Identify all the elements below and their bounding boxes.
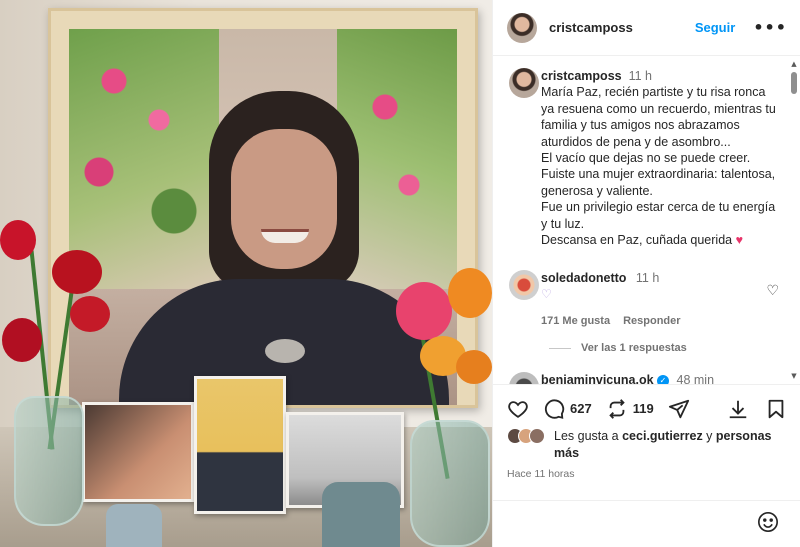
repost-icon bbox=[608, 398, 625, 419]
post-panel: cristcamposs Seguir ••• cristcamposs 11 … bbox=[492, 0, 800, 547]
caption-text: María Paz, recién partiste y tu risa ron… bbox=[541, 85, 776, 248]
author-avatar[interactable] bbox=[507, 12, 537, 43]
orange-lily bbox=[456, 350, 492, 384]
author-username[interactable]: cristcamposs bbox=[549, 20, 633, 35]
comment-button[interactable]: 627 bbox=[543, 398, 592, 420]
caption-body: cristcamposs 11 h María Paz, recién part… bbox=[541, 68, 779, 248]
likes-text: Les gusta a ceci.gutierrez y personas má… bbox=[554, 428, 787, 461]
red-flower bbox=[0, 220, 36, 260]
liker-avatars[interactable] bbox=[507, 428, 545, 444]
orange-lily bbox=[448, 268, 492, 318]
commenter-avatar[interactable] bbox=[509, 270, 539, 300]
portrait-image bbox=[69, 29, 457, 405]
caption: cristcamposs 11 h María Paz, recién part… bbox=[509, 68, 779, 248]
liker-username[interactable]: ceci.gutierrez bbox=[622, 429, 703, 443]
comment-time: 48 min bbox=[676, 373, 715, 384]
comment-count: 627 bbox=[570, 401, 592, 416]
share-icon bbox=[668, 399, 689, 418]
caption-username[interactable]: cristcamposs bbox=[541, 68, 622, 84]
share-button[interactable] bbox=[668, 398, 690, 420]
scroll-up-icon[interactable]: ▲ bbox=[790, 60, 798, 68]
avatar bbox=[529, 428, 545, 444]
scroll-down-icon[interactable]: ▼ bbox=[790, 372, 798, 380]
post-timestamp[interactable]: Hace 11 horas bbox=[507, 468, 575, 480]
repost-count: 119 bbox=[632, 401, 654, 416]
glass-vase-left bbox=[14, 396, 84, 526]
comment-likes[interactable]: 171 Me gusta bbox=[541, 313, 610, 329]
replies-divider bbox=[549, 347, 571, 349]
likes-prefix: Les gusta a bbox=[554, 429, 623, 443]
likes-summary: Les gusta a ceci.gutierrez y personas má… bbox=[507, 428, 787, 461]
commenter-avatar[interactable] bbox=[509, 372, 539, 384]
bookmark-icon[interactable] bbox=[765, 398, 787, 420]
more-options-icon[interactable]: ••• bbox=[753, 18, 787, 37]
heart-emoji: ♥ bbox=[735, 233, 744, 248]
likes-middle: y bbox=[702, 429, 716, 443]
comment-time: 11 h bbox=[635, 271, 660, 285]
small-photo-group bbox=[82, 402, 194, 502]
download-icon[interactable] bbox=[727, 398, 749, 420]
comment-icon bbox=[544, 398, 565, 419]
glass-vase-right bbox=[410, 420, 490, 547]
red-flower bbox=[52, 250, 102, 294]
comments-list[interactable]: cristcamposs 11 h María Paz, recién part… bbox=[493, 56, 789, 384]
comment-heart-icon[interactable]: ♡ bbox=[766, 283, 779, 299]
small-photo-portrait bbox=[194, 376, 286, 514]
view-replies-label[interactable]: Ver las 1 respuestas bbox=[581, 342, 687, 354]
view-replies[interactable]: Ver las 1 respuestas bbox=[549, 342, 687, 354]
portrait-smile bbox=[261, 229, 309, 243]
follow-button[interactable]: Seguir bbox=[695, 20, 735, 35]
verified-icon: ✓ bbox=[657, 374, 670, 384]
heart-icon bbox=[508, 400, 528, 418]
comment-text: ♡ bbox=[541, 287, 552, 302]
reply-button[interactable]: Responder bbox=[623, 313, 680, 329]
candle-right bbox=[322, 482, 400, 547]
portrait-frame bbox=[48, 8, 478, 408]
action-bar: 627 119 bbox=[493, 384, 800, 432]
comment-composer bbox=[493, 500, 800, 547]
red-flower bbox=[2, 318, 42, 362]
like-button[interactable] bbox=[507, 398, 529, 420]
post-photo bbox=[0, 0, 492, 547]
portrait-face bbox=[231, 129, 337, 269]
scroll-thumb[interactable] bbox=[791, 72, 797, 94]
caption-avatar[interactable] bbox=[509, 68, 539, 98]
commenter-username[interactable]: benjaminvicuna.ok bbox=[541, 373, 654, 384]
comment-item: soledadonetto 11 h ♡ 171 Me gusta Respon… bbox=[509, 270, 779, 329]
repost-button[interactable]: 119 bbox=[606, 398, 654, 420]
comments-scrollbar[interactable]: ▲ ▼ bbox=[790, 60, 798, 380]
pink-rose bbox=[396, 282, 452, 340]
red-flower bbox=[70, 296, 110, 332]
flowers-background-left bbox=[69, 29, 219, 289]
caption-time: 11 h bbox=[628, 69, 653, 83]
post-header: cristcamposs Seguir ••• bbox=[493, 0, 800, 56]
comment-item: benjaminvicuna.ok ✓ 48 min bbox=[509, 372, 779, 384]
smiley-icon[interactable] bbox=[757, 511, 779, 533]
commenter-username[interactable]: soledadonetto bbox=[541, 271, 626, 285]
portrait-brooch bbox=[265, 339, 305, 363]
candle-left bbox=[106, 504, 162, 547]
